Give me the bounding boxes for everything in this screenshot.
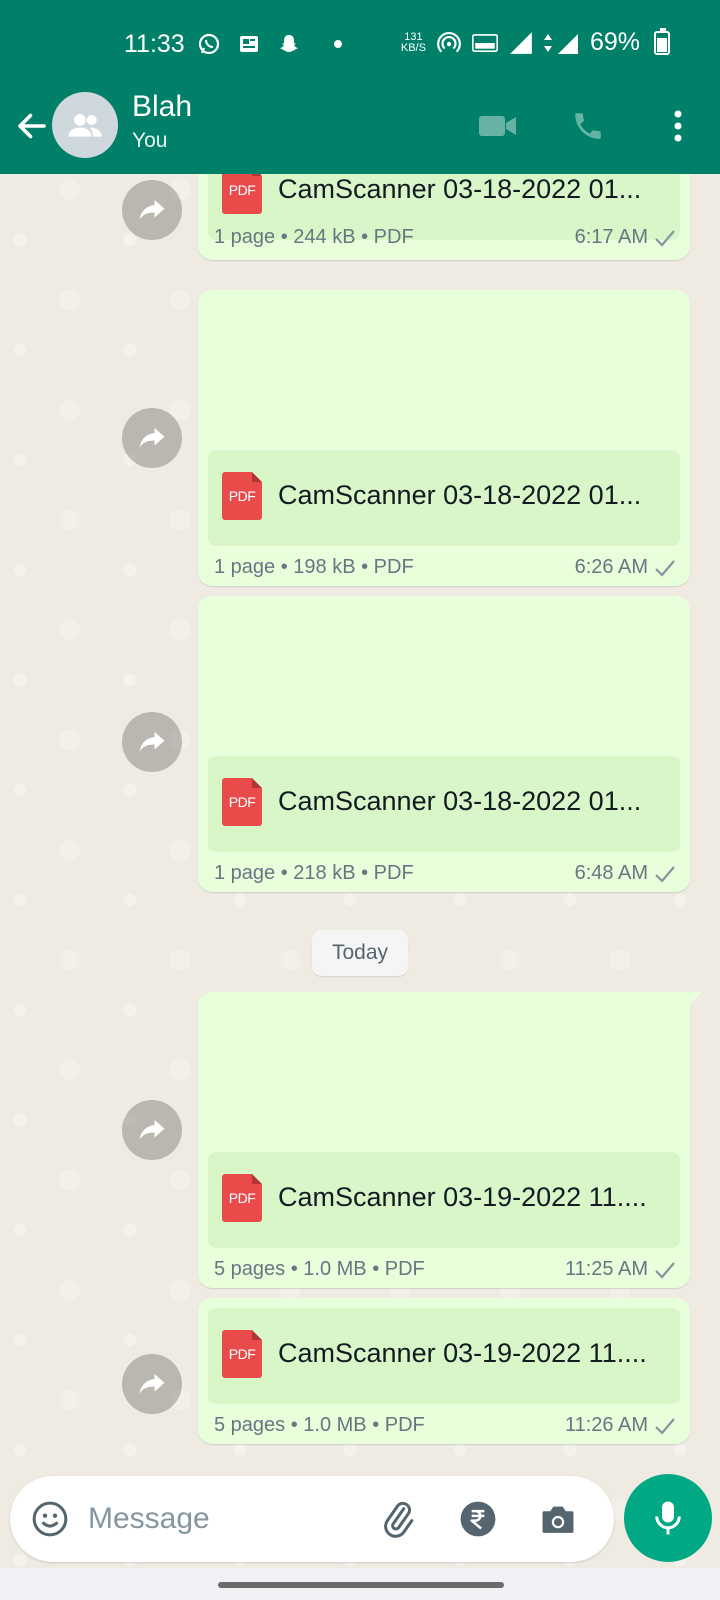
forward-button[interactable] xyxy=(122,1100,182,1160)
battery-percent: 69% xyxy=(589,28,640,56)
chat-subtitle[interactable]: You xyxy=(132,129,167,153)
document-attachment[interactable]: PDF CamScanner 03-18-2022 01... xyxy=(208,756,680,852)
back-button[interactable] xyxy=(10,104,54,148)
forward-arrow-icon xyxy=(139,1120,165,1140)
document-meta: 1 page • 218 kB • PDF xyxy=(214,862,414,884)
status-time: 11:33 xyxy=(124,30,185,58)
attach-button[interactable] xyxy=(374,1495,422,1543)
document-name: CamScanner 03-18-2022 01... xyxy=(278,174,642,204)
document-name: CamScanner 03-18-2022 01... xyxy=(278,786,642,816)
forward-button[interactable] xyxy=(122,408,182,468)
bubble-tail xyxy=(688,992,702,1006)
forward-arrow-icon xyxy=(139,428,165,448)
forward-button[interactable] xyxy=(122,1354,182,1414)
message-time: 6:48 AM xyxy=(574,862,648,884)
chat-header: Blah You xyxy=(0,90,720,174)
document-preview[interactable] xyxy=(198,290,690,450)
message-list[interactable]: PDF CamScanner 03-18-2022 01... 1 page •… xyxy=(0,174,720,1472)
voice-call-button[interactable] xyxy=(564,102,612,150)
paperclip-icon xyxy=(384,1501,414,1538)
camera-icon xyxy=(542,1506,574,1533)
news-icon xyxy=(236,31,262,57)
document-meta: 5 pages • 1.0 MB • PDF xyxy=(214,1414,425,1436)
signal-icon xyxy=(508,30,534,56)
pdf-file-icon: PDF xyxy=(222,472,262,520)
sent-check-icon xyxy=(655,1262,675,1279)
group-avatar[interactable] xyxy=(52,92,118,158)
status-bar: 11:33 131 KB/S 69% xyxy=(0,0,720,92)
document-message[interactable]: PDF CamScanner 03-19-2022 11.... 5 pages… xyxy=(198,1298,690,1444)
pdf-file-icon: PDF xyxy=(222,1330,262,1378)
document-attachment[interactable]: PDF CamScanner 03-18-2022 01... xyxy=(208,450,680,546)
forward-arrow-icon xyxy=(139,200,165,220)
document-attachment[interactable]: PDF CamScanner 03-19-2022 11.... xyxy=(208,1152,680,1248)
back-arrow-icon xyxy=(18,113,46,139)
forward-button[interactable] xyxy=(122,180,182,240)
forward-button[interactable] xyxy=(122,712,182,772)
document-message[interactable]: PDF CamScanner 03-18-2022 01... 1 page •… xyxy=(198,174,690,260)
snapchat-icon xyxy=(276,31,302,57)
more-notifications-dot xyxy=(334,40,342,48)
more-vert-icon xyxy=(674,110,682,142)
forward-arrow-icon xyxy=(139,1374,165,1394)
emoji-button[interactable] xyxy=(26,1495,74,1543)
microphone-icon xyxy=(655,1501,681,1535)
phone-icon xyxy=(575,113,601,139)
sent-check-icon xyxy=(655,866,675,883)
document-meta: 5 pages • 1.0 MB • PDF xyxy=(214,1258,425,1280)
message-time: 11:25 AM xyxy=(564,1258,648,1280)
network-speed: 131 KB/S xyxy=(400,30,426,54)
document-preview[interactable] xyxy=(198,596,690,756)
date-divider: Today xyxy=(312,930,408,976)
pdf-file-icon: PDF xyxy=(222,778,262,826)
status-right: 131 KB/S 69% xyxy=(400,27,670,57)
message-composer xyxy=(10,1476,614,1562)
document-preview[interactable] xyxy=(198,992,690,1152)
message-time: 11:26 AM xyxy=(564,1414,648,1436)
hotspot-icon xyxy=(436,30,462,56)
whatsapp-icon xyxy=(196,31,222,57)
more-options-button[interactable] xyxy=(654,102,702,150)
document-name: CamScanner 03-18-2022 01... xyxy=(278,480,642,510)
video-call-button[interactable] xyxy=(474,102,522,150)
document-message[interactable]: PDF CamScanner 03-18-2022 01... 1 page •… xyxy=(198,596,690,892)
battery-icon xyxy=(654,27,670,55)
document-meta: 1 page • 244 kB • PDF xyxy=(214,226,414,248)
message-time: 6:17 AM xyxy=(574,226,648,248)
data-4g-icon xyxy=(543,30,580,56)
message-input[interactable] xyxy=(88,1494,358,1544)
document-name: CamScanner 03-19-2022 11.... xyxy=(278,1182,647,1212)
chat-title[interactable]: Blah xyxy=(132,90,192,124)
document-name: CamScanner 03-19-2022 11.... xyxy=(278,1338,647,1368)
video-camera-icon xyxy=(479,116,516,136)
system-nav-bar xyxy=(0,1568,720,1600)
group-icon xyxy=(68,114,102,137)
notification-icons xyxy=(196,31,342,57)
message-time: 6:26 AM xyxy=(574,556,648,578)
rupee-icon xyxy=(460,1501,496,1537)
voice-record-button[interactable] xyxy=(624,1474,712,1562)
sent-check-icon xyxy=(655,1418,675,1435)
sent-check-icon xyxy=(655,560,675,577)
forward-arrow-icon xyxy=(139,732,165,752)
document-attachment[interactable]: PDF CamScanner 03-19-2022 11.... xyxy=(208,1308,680,1404)
volte-icon xyxy=(471,30,498,56)
pdf-file-icon: PDF xyxy=(222,1174,262,1222)
payment-button[interactable] xyxy=(454,1495,502,1543)
camera-button[interactable] xyxy=(534,1495,582,1543)
emoji-icon xyxy=(32,1501,68,1537)
document-message[interactable]: PDF CamScanner 03-19-2022 11.... 5 pages… xyxy=(198,992,690,1288)
gesture-handle[interactable] xyxy=(218,1582,504,1588)
pdf-file-icon: PDF xyxy=(222,174,262,214)
sent-check-icon xyxy=(655,230,675,247)
document-meta: 1 page • 198 kB • PDF xyxy=(214,556,414,578)
document-message[interactable]: PDF CamScanner 03-18-2022 01... 1 page •… xyxy=(198,290,690,586)
